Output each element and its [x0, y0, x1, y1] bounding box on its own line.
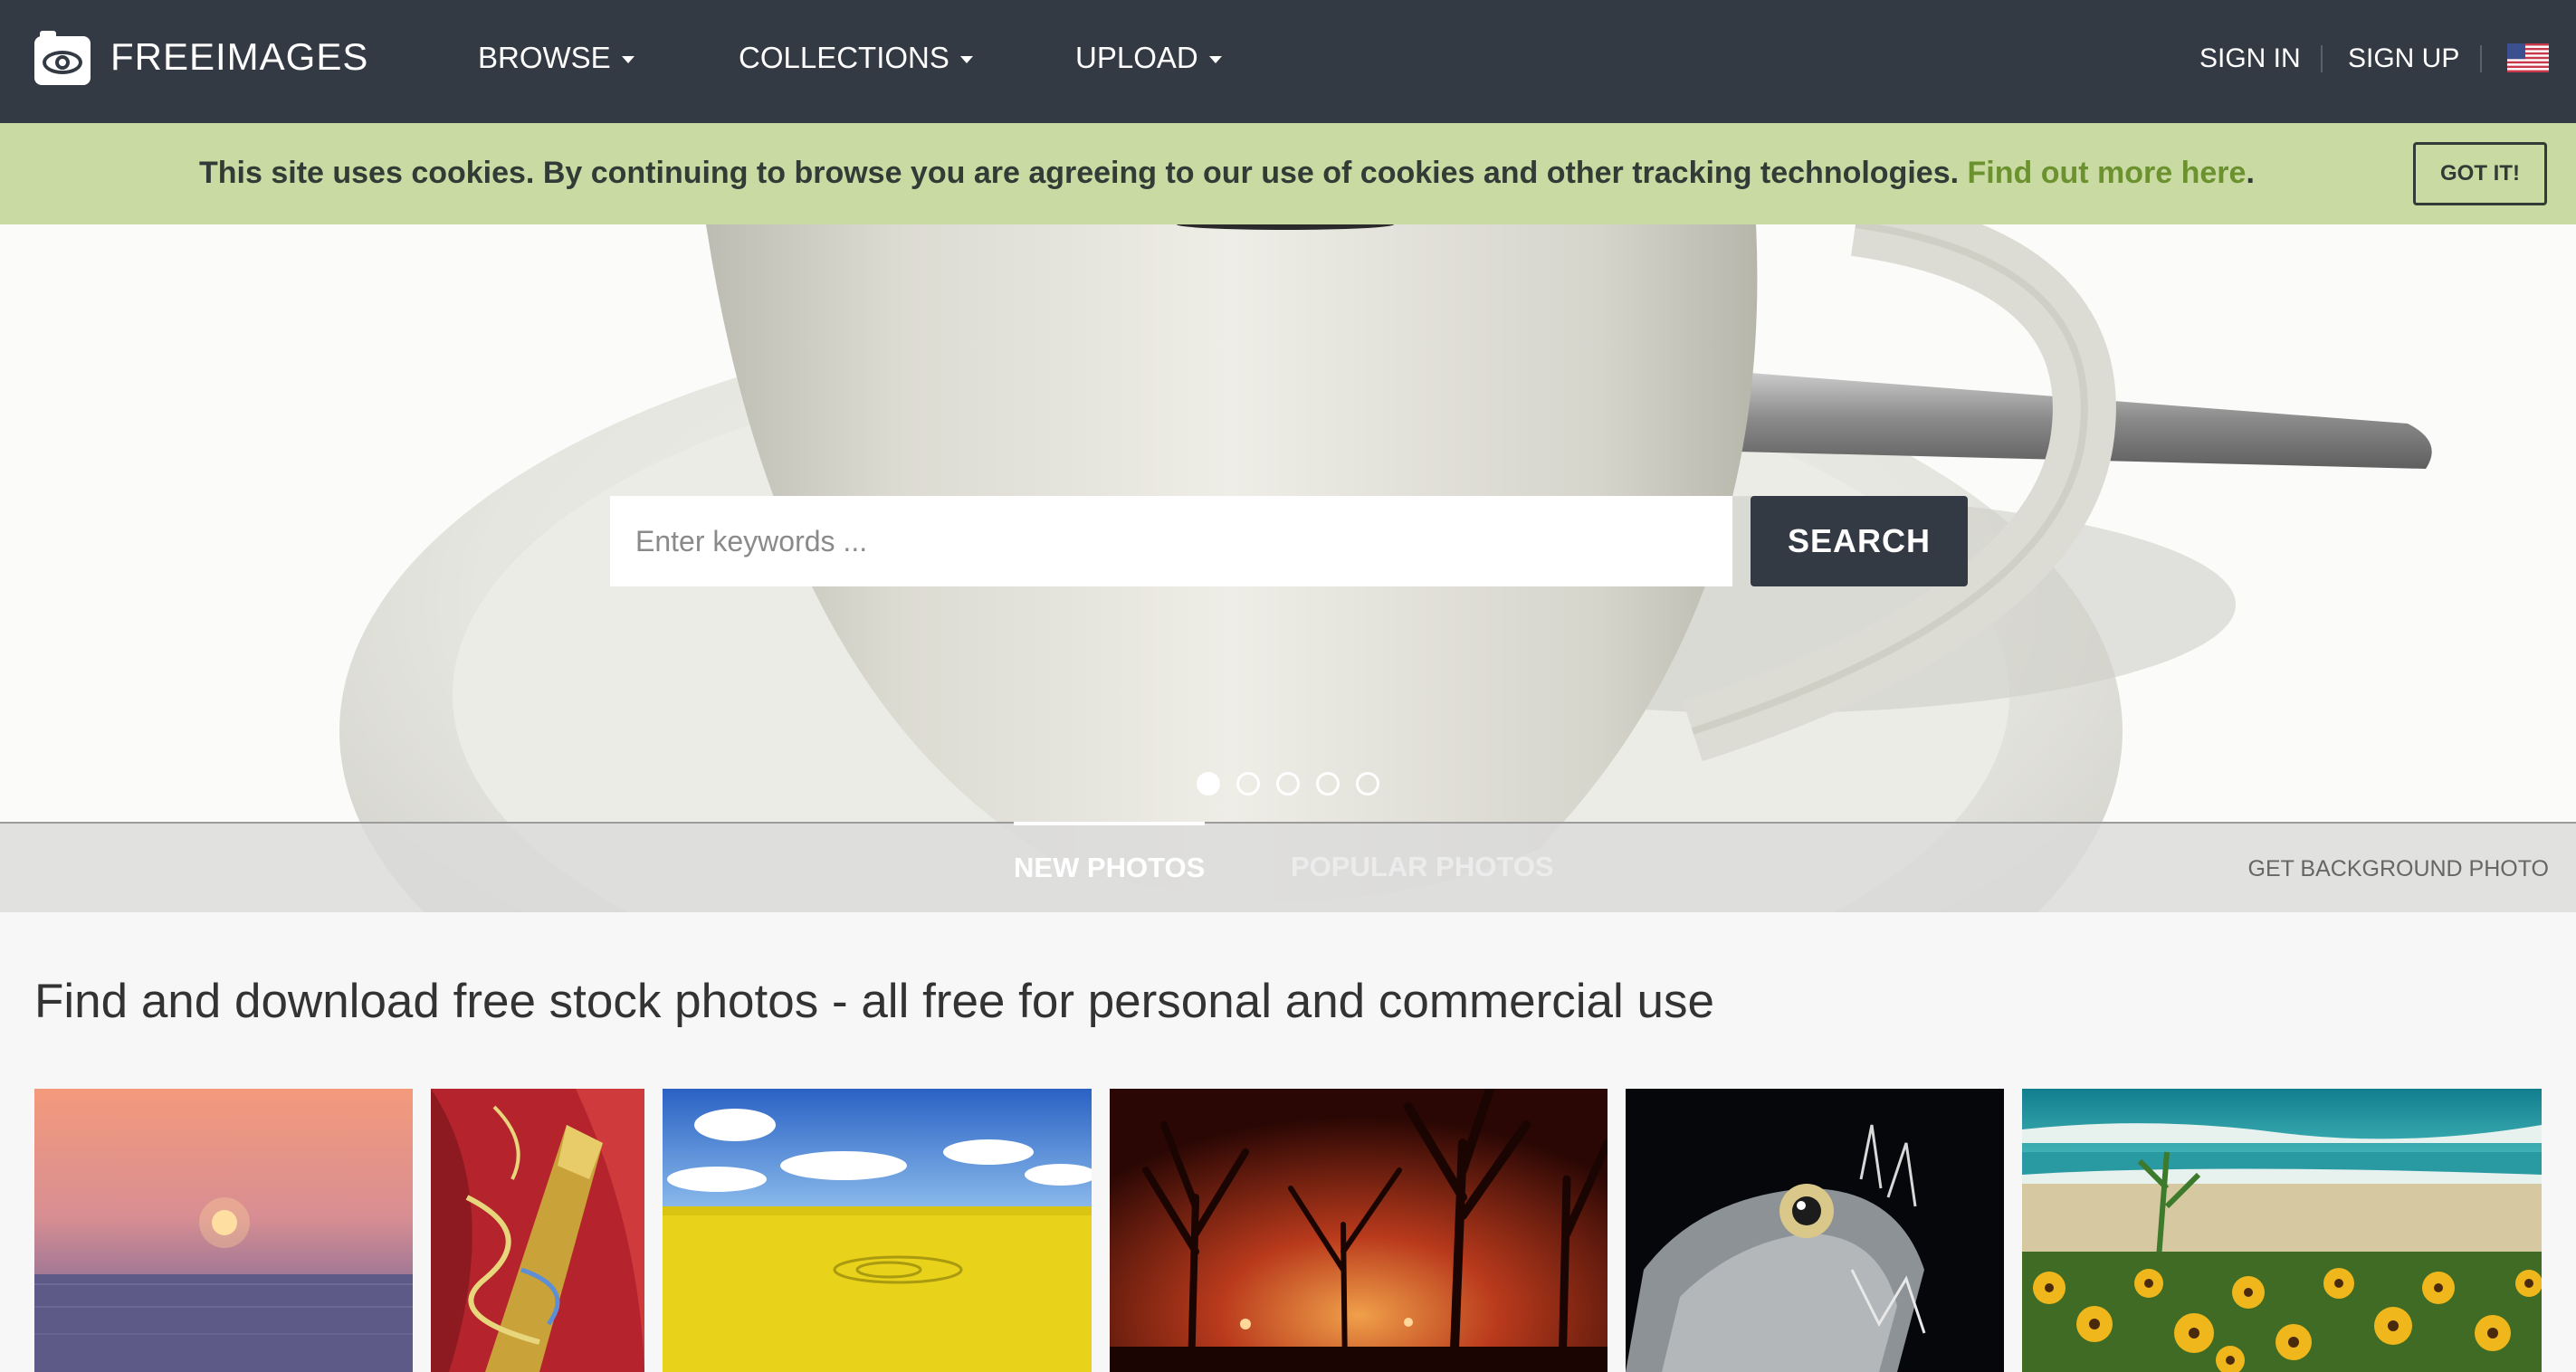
cookie-banner: This site uses cookies. By continuing to…: [0, 123, 2576, 224]
photo-thumbnail-champagne[interactable]: [431, 1089, 644, 1372]
camera-eye-icon: [34, 31, 91, 85]
photo-thumbnail-sunset[interactable]: [34, 1089, 413, 1372]
sign-in-link[interactable]: SIGN IN: [2199, 0, 2301, 116]
us-flag-icon[interactable]: [2507, 43, 2549, 72]
cookie-message: This site uses cookies. By continuing to…: [199, 123, 2255, 224]
tab-popular-photos[interactable]: POPULAR PHOTOS: [1291, 822, 1554, 912]
carousel-dot-4[interactable]: [1316, 772, 1340, 796]
nav-divider: [2321, 45, 2323, 72]
carousel-indicators: [1197, 772, 1379, 796]
photo-thumbnail-deep-sea-fish[interactable]: [1626, 1089, 2004, 1372]
cookie-accept-button[interactable]: GOT IT!: [2413, 142, 2547, 205]
photo-thumbnail-beach-flowers[interactable]: [2022, 1089, 2542, 1372]
tab-new-photos[interactable]: NEW PHOTOS: [1014, 822, 1206, 916]
photo-thumbnail-rapeseed-field[interactable]: [663, 1089, 1092, 1372]
nav-upload[interactable]: UPLOAD: [1075, 0, 1222, 116]
caret-down-icon: [621, 56, 634, 64]
brand-logo[interactable]: FREEIMAGES: [33, 26, 368, 88]
cookie-more-link[interactable]: Find out more here: [1968, 156, 2247, 190]
carousel-dot-5[interactable]: [1356, 772, 1379, 796]
page-heading: Find and download free stock photos - al…: [34, 975, 1714, 1028]
hero-section: SEARCH: [0, 224, 2576, 912]
nav-collections-label: COLLECTIONS: [739, 41, 949, 74]
nav-upload-label: UPLOAD: [1075, 41, 1198, 74]
nav-collections[interactable]: COLLECTIONS: [739, 0, 973, 116]
caret-down-icon: [959, 56, 973, 64]
cookie-text: This site uses cookies. By continuing to…: [199, 156, 1960, 190]
search-input[interactable]: [610, 496, 1732, 586]
cookie-suffix: .: [2246, 156, 2255, 190]
nav-divider: [2480, 45, 2482, 72]
brand-name: FREEIMAGES: [110, 35, 369, 78]
search-button[interactable]: SEARCH: [1751, 496, 1968, 586]
nav-browse-label: BROWSE: [478, 41, 611, 74]
carousel-dot-2[interactable]: [1236, 772, 1260, 796]
photo-tabs-bar: NEW PHOTOS POPULAR PHOTOS GET BACKGROUND…: [0, 822, 2576, 912]
carousel-dot-3[interactable]: [1276, 772, 1300, 796]
top-navbar: FREEIMAGES BROWSE COLLECTIONS UPLOAD SIG…: [0, 0, 2576, 123]
carousel-dot-1[interactable]: [1197, 772, 1220, 796]
photo-thumbnail-night-trees[interactable]: [1110, 1089, 1608, 1372]
sign-up-link[interactable]: SIGN UP: [2348, 0, 2459, 116]
nav-browse[interactable]: BROWSE: [478, 0, 634, 116]
get-background-photo-link[interactable]: GET BACKGROUND PHOTO: [2248, 824, 2549, 914]
caret-down-icon: [1208, 56, 1222, 64]
